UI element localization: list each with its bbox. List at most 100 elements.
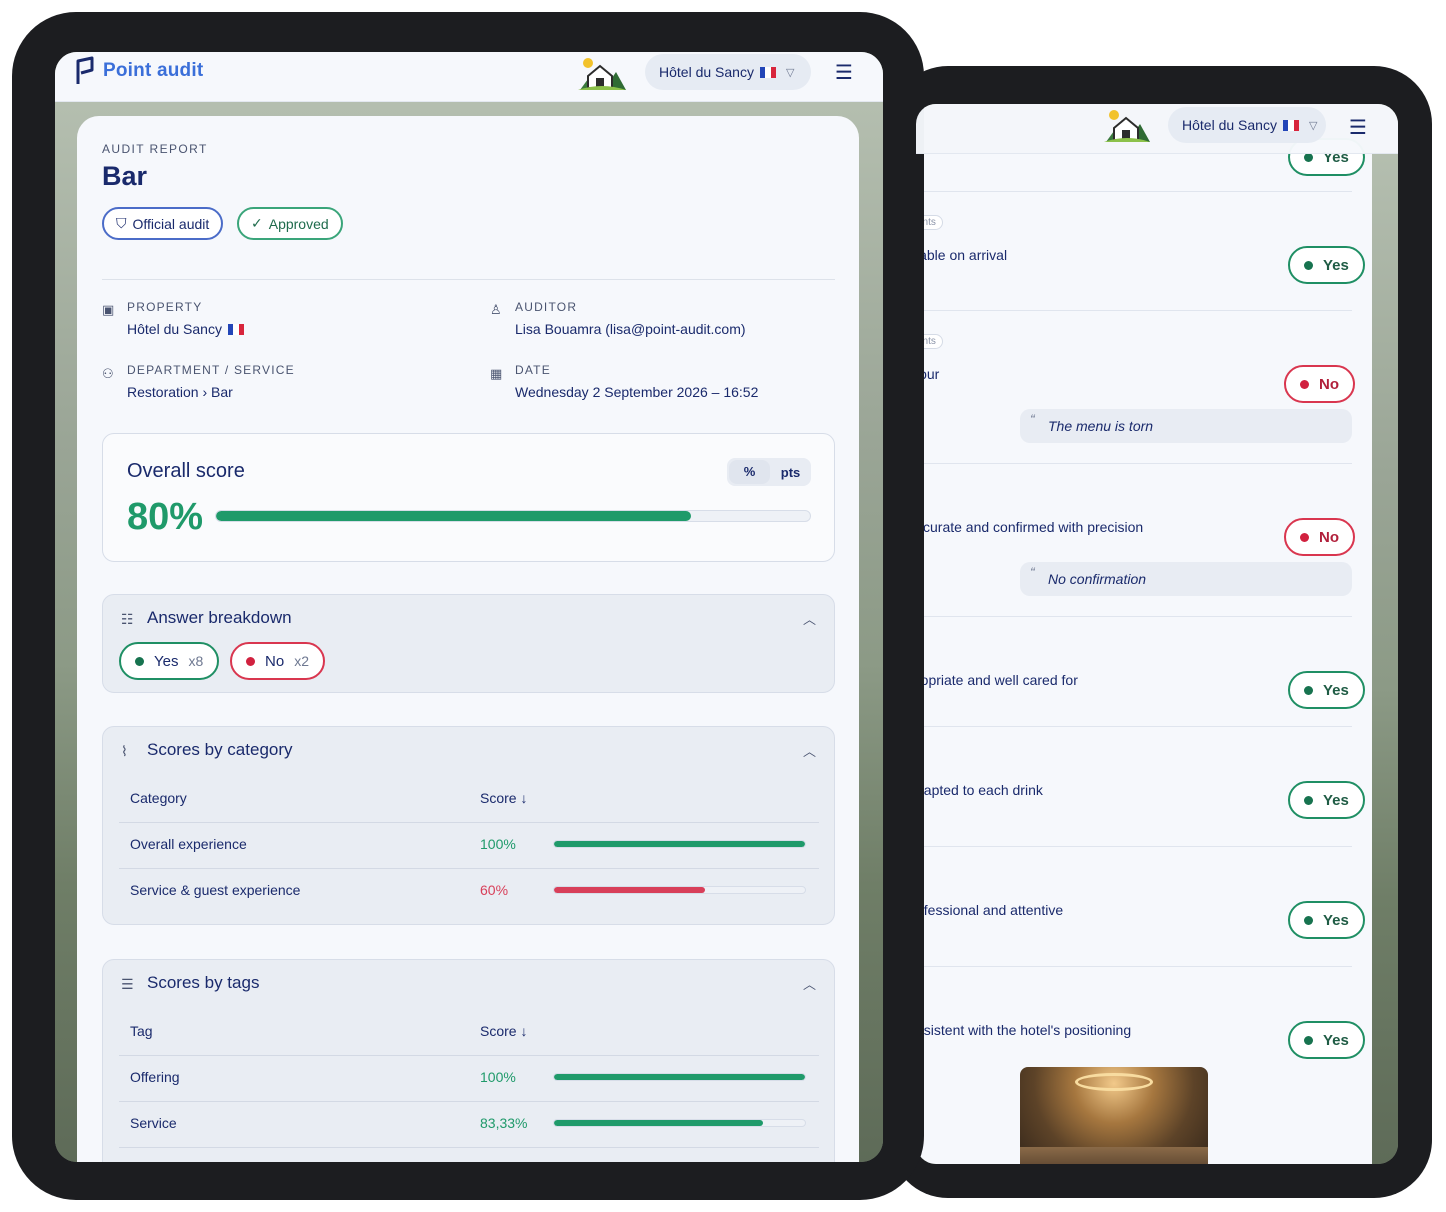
question-list: Yes ents lable on arrival Yes ents jour …: [916, 138, 1372, 1164]
tag-name: Service: [130, 1115, 177, 1131]
overall-score-panel: Overall score % pts 80%: [102, 433, 835, 562]
category-score: 100%: [480, 836, 516, 852]
tag-score: 100%: [480, 1069, 516, 1085]
hamburger-menu-icon[interactable]: ☰: [835, 60, 853, 85]
hotel-logo-icon: [1104, 110, 1150, 142]
list-item: dapted to each drink Yes: [916, 727, 1365, 847]
hotel-logo-icon: [578, 58, 626, 90]
list-item: ents jour No “The menu is torn: [916, 311, 1355, 464]
back-header: Hôtel du Sancy ▽ ☰: [916, 104, 1398, 154]
tag-score-bar: [553, 1073, 806, 1081]
report-eyebrow: AUDIT REPORT: [102, 142, 208, 156]
list-item: ents lable on arrival Yes: [916, 192, 1365, 311]
tag-score: 83,33%: [480, 1115, 528, 1131]
answer-yes-pill: Yes: [1288, 1021, 1365, 1059]
category-score-bar: [553, 886, 806, 894]
category-score: 60%: [480, 882, 509, 898]
users-icon: ⚇: [102, 366, 114, 381]
hamburger-menu-icon[interactable]: ☰: [1349, 115, 1367, 140]
answer-breakdown-section: ☷ Answer breakdown ︿ Yes x8 No x2: [102, 594, 835, 693]
answer-comment: “No confirmation: [1020, 562, 1352, 596]
question-text: ropriate and well cared for: [916, 672, 1078, 688]
column-header-score[interactable]: Score ↓: [480, 1023, 527, 1039]
percent-toggle[interactable]: %: [729, 460, 770, 484]
page-title: Bar: [102, 161, 148, 191]
yes-count-pill: Yes x8: [119, 642, 220, 680]
meta-property: PROPERTY Hôtel du Sancy: [127, 300, 244, 337]
answer-yes-pill: Yes: [1288, 901, 1365, 939]
category-name: Service & guest experience: [130, 882, 301, 898]
audit-report-card: AUDIT REPORT Bar ⛉ Official audit ✓ Appr…: [77, 116, 859, 1162]
question-text: ccurate and confirmed with precision: [916, 519, 1144, 535]
category-name: Overall experience: [130, 836, 247, 852]
answer-no-pill: No: [1284, 365, 1355, 403]
list-icon: ☰: [121, 976, 134, 992]
tablet-front: Point audit Hôtel du Sancy ▽ ☰ AUDIT REP…: [12, 12, 924, 1200]
question-text: nsistent with the hotel's positioning: [916, 1022, 1132, 1038]
answer-yes-pill: Yes: [1288, 671, 1365, 709]
back-hotel-name: Hôtel du Sancy: [1182, 117, 1277, 133]
overall-score-title: Overall score: [127, 460, 245, 482]
tag-score-bar: [553, 1119, 806, 1127]
tablet-back: Hôtel du Sancy ▽ ☰ Yes ents lable on arr…: [890, 66, 1432, 1198]
question-text: lable on arrival: [916, 247, 1008, 263]
brand-logo[interactable]: Point audit: [73, 56, 203, 86]
list-item: Yes: [916, 138, 1365, 192]
france-flag-icon: [1282, 119, 1299, 131]
approved-badge: ✓ Approved: [237, 207, 343, 240]
checklist-icon: ☷: [121, 611, 134, 627]
chevron-up-icon[interactable]: ︿: [803, 974, 816, 993]
meta-auditor: AUDITOR Lisa Bouamra (lisa@point-audit.c…: [515, 300, 746, 337]
scores-by-tags-title: Scores by tags: [147, 973, 260, 992]
question-text: ofessional and attentive: [916, 902, 1064, 918]
overall-score-bar: [215, 510, 811, 522]
evidence-photo[interactable]: [1020, 1067, 1208, 1164]
points-toggle[interactable]: pts: [770, 465, 811, 480]
tag-name: Offering: [130, 1069, 180, 1085]
chevron-up-icon[interactable]: ︿: [803, 609, 816, 628]
front-screen: Point audit Hôtel du Sancy ▽ ☰ AUDIT REP…: [55, 52, 883, 1162]
answer-comment: “The menu is torn: [1020, 409, 1352, 443]
list-item: nsistent with the hotel's positioning Ye…: [916, 967, 1365, 1164]
answer-no-pill: No: [1284, 518, 1355, 556]
category-score-bar: [553, 840, 806, 848]
list-item: ccurate and confirmed with precision No …: [916, 464, 1355, 617]
column-header-score[interactable]: Score ↓: [480, 790, 527, 806]
score-unit-toggle[interactable]: % pts: [727, 458, 811, 486]
chevron-down-icon: ▽: [785, 66, 795, 79]
point-audit-logo-icon: [76, 56, 94, 84]
back-hotel-selector[interactable]: Hôtel du Sancy ▽: [1168, 107, 1326, 143]
check-circle-icon: ✓: [251, 215, 263, 231]
back-screen: Hôtel du Sancy ▽ ☰ Yes ents lable on arr…: [916, 104, 1398, 1164]
answer-breakdown-title: Answer breakdown: [147, 608, 292, 627]
chevron-down-icon: ▽: [1308, 119, 1318, 132]
column-header-category[interactable]: Category: [130, 790, 187, 806]
france-flag-icon: [759, 66, 776, 78]
official-audit-badge: ⛉ Official audit: [102, 207, 224, 240]
overall-score-fill: [216, 511, 692, 521]
user-icon: ♙: [490, 302, 502, 317]
app-header: Point audit Hôtel du Sancy ▽ ☰: [55, 52, 883, 102]
shield-check-icon: ⛉: [116, 215, 127, 231]
building-icon: ▣: [102, 302, 115, 317]
answer-yes-pill: Yes: [1288, 246, 1365, 284]
list-item: ropriate and well cared for Yes: [916, 617, 1365, 727]
column-header-tag[interactable]: Tag: [130, 1023, 153, 1039]
hotel-selector[interactable]: Hôtel du Sancy ▽: [645, 54, 811, 90]
hotel-name: Hôtel du Sancy: [659, 64, 754, 80]
overall-score-value: 80%: [127, 496, 204, 538]
scores-by-category-section: ⌇ Scores by category ︿ Category Score ↓ …: [102, 726, 835, 925]
no-count-pill: No x2: [230, 642, 325, 680]
list-item: ofessional and attentive é Yes: [916, 847, 1365, 967]
line-chart-icon: ⌇: [121, 743, 128, 759]
question-text: dapted to each drink: [916, 782, 1043, 798]
answer-yes-pill: Yes: [1288, 781, 1365, 819]
scores-by-tags-section: ☰ Scores by tags ︿ Tag Score ↓ Offering …: [102, 959, 835, 1162]
brand-name: Point audit: [103, 60, 204, 81]
france-flag-icon: [227, 323, 244, 335]
calendar-icon: ▦: [490, 366, 503, 381]
meta-department: DEPARTMENT / SERVICE Restoration › Bar: [127, 363, 295, 400]
chevron-up-icon[interactable]: ︿: [803, 741, 816, 760]
meta-date: DATE Wednesday 2 September 2026 – 16:52: [515, 363, 759, 400]
divider: [102, 279, 835, 280]
